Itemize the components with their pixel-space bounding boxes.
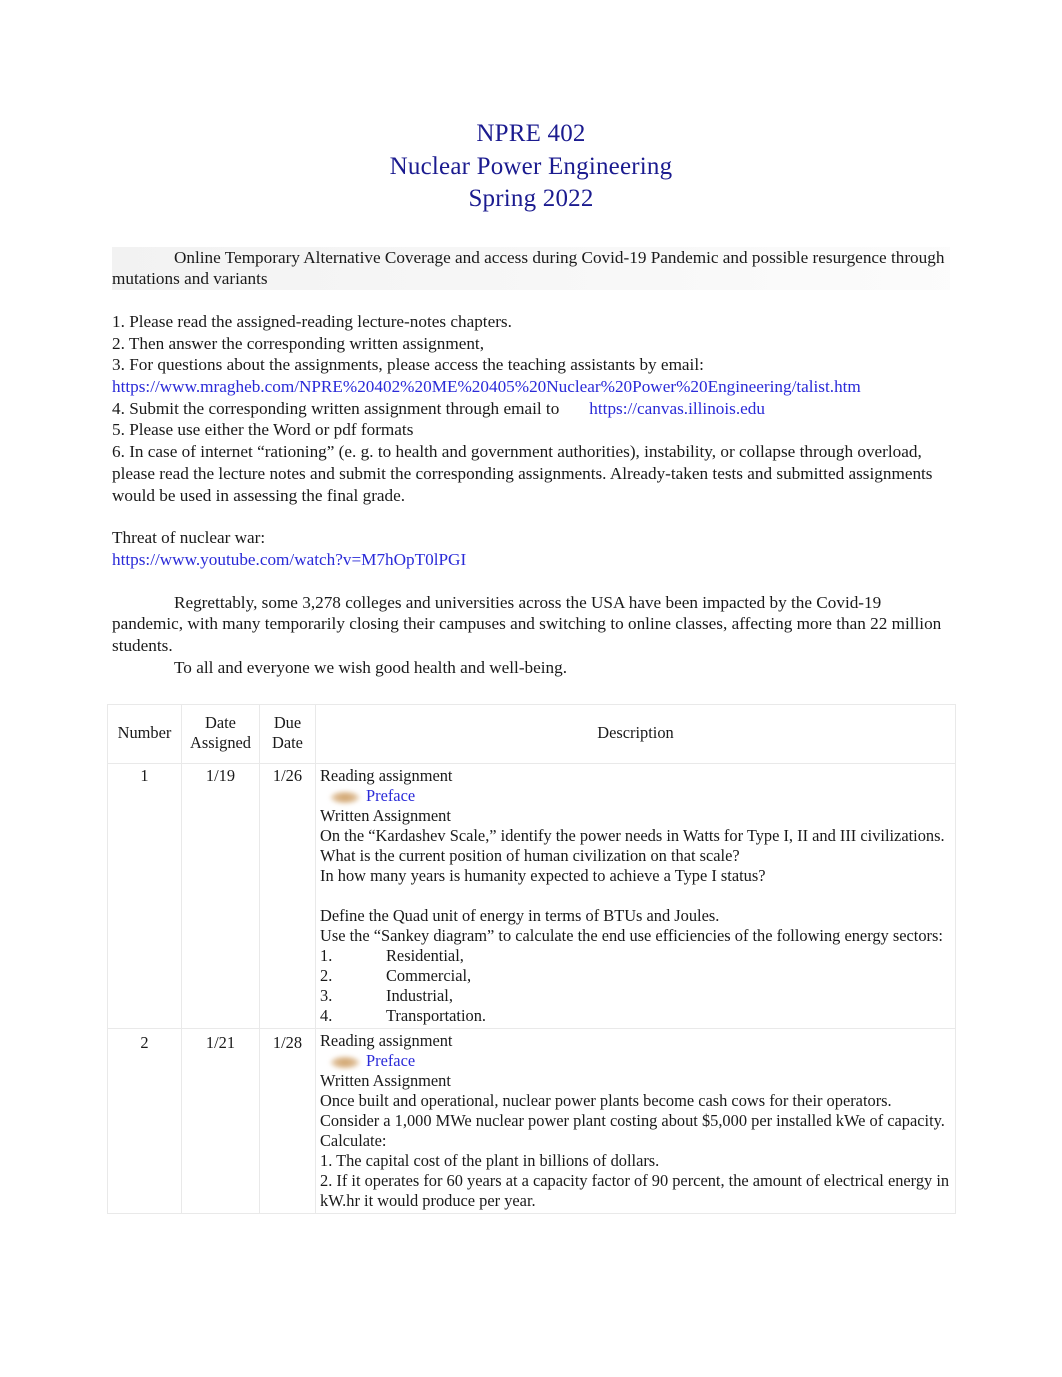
instruction-item-6: 6. In case of internet “rationing” (e. g…: [112, 442, 933, 505]
column-header-due-date: Due Date: [259, 704, 316, 765]
assignments-table-wrap: Number Date Assigned Due Date Descriptio…: [107, 704, 956, 1215]
table-header-row: Number Date Assigned Due Date Descriptio…: [107, 704, 956, 765]
description-line: Calculate:: [320, 1131, 387, 1151]
youtube-link[interactable]: https://www.youtube.com/watch?v=M7hOpT0l…: [112, 550, 466, 569]
sub-list-item-text: Commercial,: [386, 966, 472, 986]
sub-list-item-text: Transportation.: [386, 1006, 487, 1026]
description-line: On the “Kardashev Scale,” identify the p…: [320, 826, 945, 846]
document-page: NPRE 402 Nuclear Power Engineering Sprin…: [0, 0, 1062, 1377]
instruction-item-2: 2. Then answer the corresponding written…: [112, 333, 484, 353]
sub-list-item: 3. Industrial,: [320, 986, 951, 1006]
cell-due-date: 1/26: [259, 763, 316, 1030]
preface-link[interactable]: Preface: [366, 786, 415, 805]
description-line: 2. If it operates for 60 years at a capa…: [320, 1171, 950, 1211]
cell-date-assigned: 1/21: [181, 1028, 260, 1215]
teaching-assistants-link[interactable]: https://www.mragheb.com/NPRE%20402%20ME%…: [112, 377, 861, 396]
title-line-subject: Nuclear Power Engineering: [389, 152, 673, 180]
cell-date-assigned: 1/19: [181, 763, 260, 1030]
preface-link[interactable]: Preface: [366, 1051, 415, 1070]
redaction-blob-icon: [330, 791, 360, 805]
column-header-date-assigned-l2: Assigned: [189, 733, 251, 753]
document-title-block: NPRE 402 Nuclear Power Engineering Sprin…: [0, 0, 1062, 216]
sub-list-item: 4. Transportation.: [320, 1006, 951, 1026]
column-header-date-assigned: Date Assigned: [181, 704, 260, 765]
threat-label: Threat of nuclear war:: [112, 528, 266, 548]
sub-list-item-number: 2.: [320, 966, 333, 986]
canvas-link[interactable]: https://canvas.illinois.edu: [589, 398, 765, 420]
column-header-date-assigned-l1: Date: [205, 713, 236, 733]
cell-due-date: 1/28: [259, 1028, 316, 1215]
sub-list-item-number: 3.: [320, 986, 333, 1006]
column-header-due-date-l1: Due: [273, 713, 302, 733]
closing-paragraph: Regrettably, some 3,278 colleges and uni…: [112, 592, 942, 656]
description-line: Use the “Sankey diagram” to calculate th…: [320, 926, 943, 946]
column-header-description: Description: [315, 704, 956, 765]
closing-wish: To all and everyone we wish good health …: [174, 657, 568, 677]
written-assignment-label: Written Assignment: [320, 806, 451, 826]
preface-row: Preface: [320, 786, 951, 806]
column-header-number: Number: [107, 704, 182, 765]
cell-description: Reading assignment Preface Written Assig…: [315, 763, 956, 1030]
instruction-item-4-text: 4. Submit the corresponding written assi…: [112, 398, 560, 418]
intro-paragraph: Online Temporary Alternative Coverage an…: [112, 246, 950, 290]
title-line-course: NPRE 402: [476, 120, 586, 147]
instruction-item-1: 1. Please read the assigned-reading lect…: [112, 311, 512, 331]
sub-list-item-number: 4.: [320, 1006, 333, 1026]
reading-assignment-label: Reading assignment: [320, 1031, 453, 1051]
description-line: What is the current position of human ci…: [320, 846, 740, 866]
cell-number: 2: [107, 1028, 182, 1215]
instruction-item-5: 5. Please use either the Word or pdf for…: [112, 420, 414, 440]
written-assignment-label: Written Assignment: [320, 1071, 451, 1091]
instruction-item-3: 3. For questions about the assignments, …: [112, 355, 704, 375]
preface-row: Preface: [320, 1051, 951, 1071]
sub-list-item-number: 1.: [320, 946, 333, 966]
title-line-term: Spring 2022: [468, 185, 594, 212]
sub-list-item-text: Industrial,: [386, 986, 453, 1006]
sub-list-item-text: Residential,: [386, 946, 464, 966]
description-line: In how many years is humanity expected t…: [320, 866, 766, 886]
sub-list-item: 2. Commercial,: [320, 966, 951, 986]
description-line: Consider a 1,000 MWe nuclear power plant…: [320, 1111, 945, 1131]
table-row: 1 1/19 1/26 Reading assignment Preface W…: [107, 763, 956, 1030]
description-line: Define the Quad unit of energy in terms …: [320, 906, 720, 926]
description-line: Once built and operational, nuclear powe…: [320, 1091, 892, 1111]
document-body: Online Temporary Alternative Coverage an…: [112, 216, 950, 679]
sub-list-item: 1. Residential,: [320, 946, 951, 966]
reading-assignment-label: Reading assignment: [320, 766, 453, 786]
cell-number: 1: [107, 763, 182, 1030]
description-line: 1. The capital cost of the plant in bill…: [320, 1151, 660, 1171]
table-row: 2 1/21 1/28 Reading assignment Preface W…: [107, 1028, 956, 1215]
redaction-blob-icon: [330, 1056, 360, 1070]
cell-description: Reading assignment Preface Written Assig…: [315, 1028, 956, 1215]
column-header-due-date-l2: Date: [272, 733, 303, 753]
assignments-table: Number Date Assigned Due Date Descriptio…: [107, 704, 956, 1215]
